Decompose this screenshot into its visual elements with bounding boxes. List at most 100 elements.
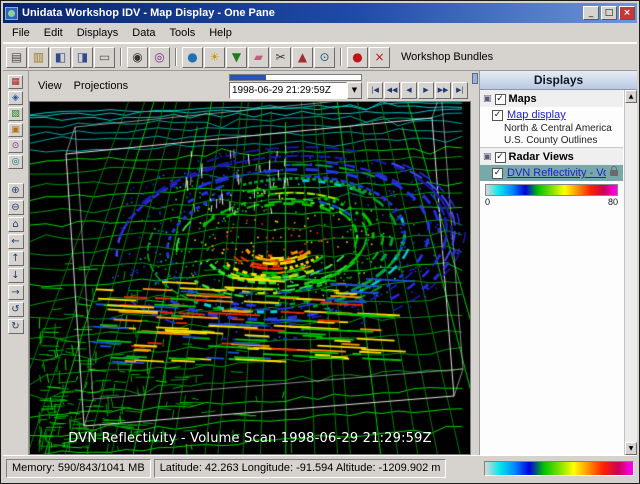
title-bar[interactable]: Unidata Workshop IDV - Map Display - One… [3, 3, 637, 23]
chart-icon[interactable]: ▲ [292, 47, 313, 68]
workshop-bundles-label[interactable]: Workshop Bundles [395, 49, 499, 65]
toolbar-separator [175, 48, 177, 66]
new-bundle-icon[interactable]: ▤ [6, 47, 27, 68]
displays-panel: Displays ▣✓Maps✓Map displayNorth & Centr… [479, 71, 637, 455]
rewind-button[interactable]: ◀◀ [384, 82, 400, 99]
legend-category-maps[interactable]: ▣✓Maps [480, 90, 623, 107]
memory-status: Memory: 590/843/1041 MB [6, 459, 151, 478]
time-combobox[interactable]: 1998-06-29 21:29:59Z ▼ [229, 82, 362, 99]
menu-edit[interactable]: Edit [37, 24, 70, 42]
pan-down-button[interactable]: ↓ [8, 268, 24, 283]
minimize-button[interactable]: _ [583, 6, 599, 20]
legend-display-row: ✓ Map display [480, 107, 623, 123]
last-frame-button[interactable]: ▶| [452, 82, 468, 99]
view-menu[interactable]: View [32, 77, 68, 95]
menu-tools[interactable]: Tools [163, 24, 203, 42]
close-button[interactable]: × [619, 6, 635, 20]
tip-bulb-icon[interactable]: ☀ [204, 47, 225, 68]
colorbar-min-label: 0 [485, 197, 490, 207]
menu-help[interactable]: Help [202, 24, 239, 42]
capture-image-icon[interactable]: ◉ [127, 47, 148, 68]
legend-category-radar-views[interactable]: ▣✓Radar Views [480, 147, 623, 165]
maximize-button[interactable]: □ [601, 6, 617, 20]
legend-scrollbar[interactable]: ▲ ▼ [624, 90, 637, 455]
colorbar-max-label: 80 [608, 197, 618, 207]
visibility-checkbox[interactable]: ✓ [495, 94, 506, 105]
radar-3d-view[interactable] [30, 102, 470, 454]
eraser-icon[interactable]: ▰ [248, 47, 269, 68]
lock-icon[interactable] [610, 170, 618, 176]
save-favorite-icon[interactable]: ◨ [72, 47, 93, 68]
fast-forward-button[interactable]: ▶▶ [435, 82, 451, 99]
rotate-right-button[interactable]: ↻ [8, 319, 24, 334]
toolbar-separator [120, 48, 122, 66]
legend-display-row: ✓ DVN Reflectivity - Volu... [480, 165, 623, 181]
globe-icon[interactable]: ● [182, 47, 203, 68]
image-display-icon[interactable]: ▣ [8, 123, 23, 137]
pan-right-button[interactable]: → [8, 285, 24, 300]
open-bundle-icon[interactable]: ▥ [28, 47, 49, 68]
splitpane-divider[interactable] [471, 71, 479, 455]
step-forward-button[interactable]: ▶ [418, 82, 434, 99]
data-selector-icon[interactable]: ▼ [226, 47, 247, 68]
legend-link-map-display[interactable]: Map display [507, 109, 566, 121]
window-title: Unidata Workshop IDV - Map Display - One… [22, 7, 581, 19]
legend-category-label: Radar Views [509, 151, 574, 163]
divider-collapse-button[interactable] [472, 73, 478, 84]
zoom-out-button[interactable]: ⊖ [8, 200, 24, 215]
float-window-icon[interactable]: ▣ [483, 153, 492, 162]
map-view-panel: View Projections 1998-06-29 21:29:59Z ▼ … [29, 71, 471, 455]
vcr-controls: |◀◀◀◀▶▶▶▶| [367, 82, 468, 99]
chevron-down-icon[interactable]: ▼ [347, 82, 362, 99]
field-display-icon[interactable]: ◈ [8, 91, 23, 105]
legend-category-label: Maps [509, 93, 537, 105]
rotate-left-button[interactable]: ↺ [8, 302, 24, 317]
app-icon [5, 7, 18, 20]
visibility-checkbox[interactable]: ✓ [495, 152, 506, 163]
capture-movie-icon[interactable]: ◎ [149, 47, 170, 68]
legend-link-dvn-reflectivity-volu[interactable]: DVN Reflectivity - Volu... [507, 167, 606, 179]
probe-display-icon[interactable]: ⊙ [8, 139, 23, 153]
home-view-button[interactable]: ⌂ [8, 217, 24, 232]
animation-timeline[interactable] [229, 74, 362, 81]
float-window-icon[interactable]: ▣ [483, 95, 492, 104]
pan-left-button[interactable]: ← [8, 234, 24, 249]
app-window: Unidata Workshop IDV - Map Display - One… [0, 0, 640, 484]
map-display-3d-area: DVN Reflectivity - Volume Scan 1998-06-2… [29, 101, 471, 455]
clock-icon[interactable]: ⊙ [314, 47, 335, 68]
visibility-checkbox[interactable]: ✓ [492, 110, 503, 121]
record-movie-icon[interactable]: ● [347, 47, 368, 68]
remove-displays-icon[interactable]: × [369, 47, 390, 68]
cut-icon[interactable]: ✂ [270, 47, 291, 68]
main-toolbar: ▤▥◧◨▭◉◎●☀▼▰✂▲⊙●×Workshop Bundles [3, 43, 637, 71]
projections-menu[interactable]: Projections [68, 77, 134, 95]
legend-map-item: U.S. County Outlines [480, 135, 623, 147]
menu-data[interactable]: Data [125, 24, 162, 42]
status-bar: Memory: 590/843/1041 MB Latitude: 42.263… [3, 455, 637, 481]
time-animation-controls: 1998-06-29 21:29:59Z ▼ |◀◀◀◀▶▶▶▶| [229, 74, 468, 99]
pan-up-button[interactable]: ↑ [8, 251, 24, 266]
main-area: ▦ ◈ ▧ ▣ ⊙ ◎ ⊕ ⊖ ⌂ ← ↑ ↓ → ↺ ↻ View Projections 1998-06… [3, 71, 637, 455]
first-frame-button[interactable]: |◀ [367, 82, 383, 99]
colorbar-labels: 0 80 [485, 196, 618, 207]
grid-display-icon[interactable]: ▧ [8, 107, 23, 121]
legend-map-item: North & Central America [480, 123, 623, 135]
legend-colorbar-block: 0 80 [480, 181, 623, 208]
menu-file[interactable]: File [5, 24, 37, 42]
map-display-icon[interactable]: ▦ [8, 75, 23, 89]
scroll-up-icon[interactable]: ▲ [625, 90, 637, 103]
range-ring-icon[interactable]: ◎ [8, 155, 23, 169]
menu-displays[interactable]: Displays [70, 24, 126, 42]
view-panel-header: View Projections 1998-06-29 21:29:59Z ▼ … [29, 71, 471, 101]
toolbar-separator [340, 48, 342, 66]
save-bundle-icon[interactable]: ◧ [50, 47, 71, 68]
scroll-down-icon[interactable]: ▼ [625, 442, 637, 455]
print-icon[interactable]: ▭ [94, 47, 115, 68]
reflectivity-colorbar[interactable] [485, 184, 618, 196]
visibility-checkbox[interactable]: ✓ [492, 168, 503, 179]
position-status: Latitude: 42.263 Longitude: -91.594 Alti… [154, 459, 447, 478]
step-back-button[interactable]: ◀ [401, 82, 417, 99]
legend-tree: ▣✓Maps✓Map displayNorth & Central Americ… [480, 90, 637, 455]
status-colorbar [484, 461, 634, 476]
zoom-in-button[interactable]: ⊕ [8, 183, 24, 198]
